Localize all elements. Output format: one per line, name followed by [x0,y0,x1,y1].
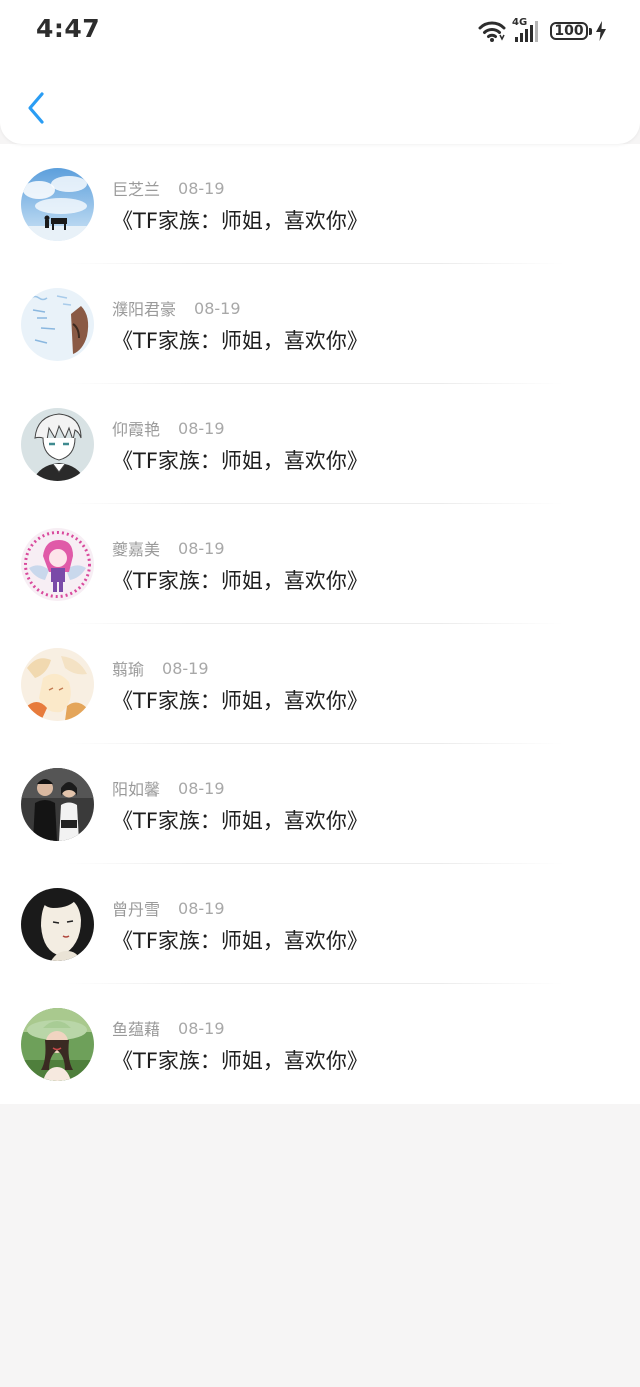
wifi-icon [478,21,506,42]
item-meta: 翦瑜 08-19 [112,657,209,680]
notification-list: 巨芝兰 08-19 《TF家族：师姐，喜欢你》 濮阳君豪 08-19 《TF家族… [0,144,640,1104]
light-blue-illustration-avatar[interactable] [21,288,94,361]
list-item[interactable]: 翦瑜 08-19 《TF家族：师姐，喜欢你》 [0,624,640,744]
top-bar: 4:47 4G 100 [0,0,640,144]
item-title[interactable]: 《TF家族：师姐，喜欢你》 [112,685,368,715]
item-meta: 巨芝兰 08-19 [112,177,225,200]
item-title[interactable]: 《TF家族：师姐，喜欢你》 [112,1045,368,1075]
item-title[interactable]: 《TF家族：师姐，喜欢你》 [112,925,368,955]
user-name: 翦瑜 [112,660,145,679]
battery-cap [589,27,592,35]
item-date: 08-19 [162,658,209,678]
user-name: 巨芝兰 [112,180,161,199]
sky-piano-avatar[interactable] [21,168,94,241]
list-item[interactable]: 仰霞艳 08-19 《TF家族：师姐，喜欢你》 [0,384,640,504]
chevron-left-icon [28,92,44,124]
list-item[interactable]: 鱼蕴藉 08-19 《TF家族：师姐，喜欢你》 [0,984,640,1104]
user-name: 鱼蕴藉 [112,1020,161,1039]
status-bar: 4:47 4G 100 [0,0,640,64]
item-meta: 曾丹雪 08-19 [112,897,225,920]
item-title[interactable]: 《TF家族：师姐，喜欢你》 [112,805,368,835]
user-name: 阳如馨 [112,780,161,799]
battery-level: 100 [554,23,584,39]
girl-in-hat-photo-avatar[interactable] [21,1008,94,1081]
anime-boy-avatar[interactable] [21,408,94,481]
user-name: 夔嘉美 [112,540,161,559]
battery-indicator: 100 [550,22,588,40]
item-date: 08-19 [178,538,225,558]
item-meta: 濮阳君豪 08-19 [112,297,241,320]
cellular-signal-icon: 4G [512,17,542,43]
item-date: 08-19 [178,178,225,198]
item-date: 08-19 [178,418,225,438]
user-name: 仰霞艳 [112,420,161,439]
item-meta: 鱼蕴藉 08-19 [112,1017,225,1040]
pink-anime-girl-avatar[interactable] [21,528,94,601]
item-title[interactable]: 《TF家族：师姐，喜欢你》 [112,325,368,355]
item-date: 08-19 [178,898,225,918]
ink-portrait-avatar[interactable] [21,888,94,961]
item-title[interactable]: 《TF家族：师姐，喜欢你》 [112,565,368,595]
list-item[interactable]: 巨芝兰 08-19 《TF家族：师姐，喜欢你》 [0,144,640,264]
list-item[interactable]: 濮阳君豪 08-19 《TF家族：师姐，喜欢你》 [0,264,640,384]
status-time: 4:47 [36,14,101,43]
list-item[interactable]: 阳如馨 08-19 《TF家族：师姐，喜欢你》 [0,744,640,864]
item-date: 08-19 [178,778,225,798]
user-name: 曾丹雪 [112,900,161,919]
user-name: 濮阳君豪 [112,300,177,319]
item-title[interactable]: 《TF家族：师姐，喜欢你》 [112,445,368,475]
item-date: 08-19 [194,298,241,318]
item-date: 08-19 [178,1018,225,1038]
couple-photo-avatar[interactable] [21,768,94,841]
list-item[interactable]: 夔嘉美 08-19 《TF家族：师姐，喜欢你》 [0,504,640,624]
item-meta: 夔嘉美 08-19 [112,537,225,560]
item-meta: 仰霞艳 08-19 [112,417,225,440]
pastel-illustration-avatar[interactable] [21,648,94,721]
back-button[interactable] [18,88,54,128]
item-title[interactable]: 《TF家族：师姐，喜欢你》 [112,205,368,235]
status-icons: 4G 100 [472,17,606,44]
item-meta: 阳如馨 08-19 [112,777,225,800]
list-item[interactable]: 曾丹雪 08-19 《TF家族：师姐，喜欢你》 [0,864,640,984]
charging-bolt-icon [596,21,606,41]
